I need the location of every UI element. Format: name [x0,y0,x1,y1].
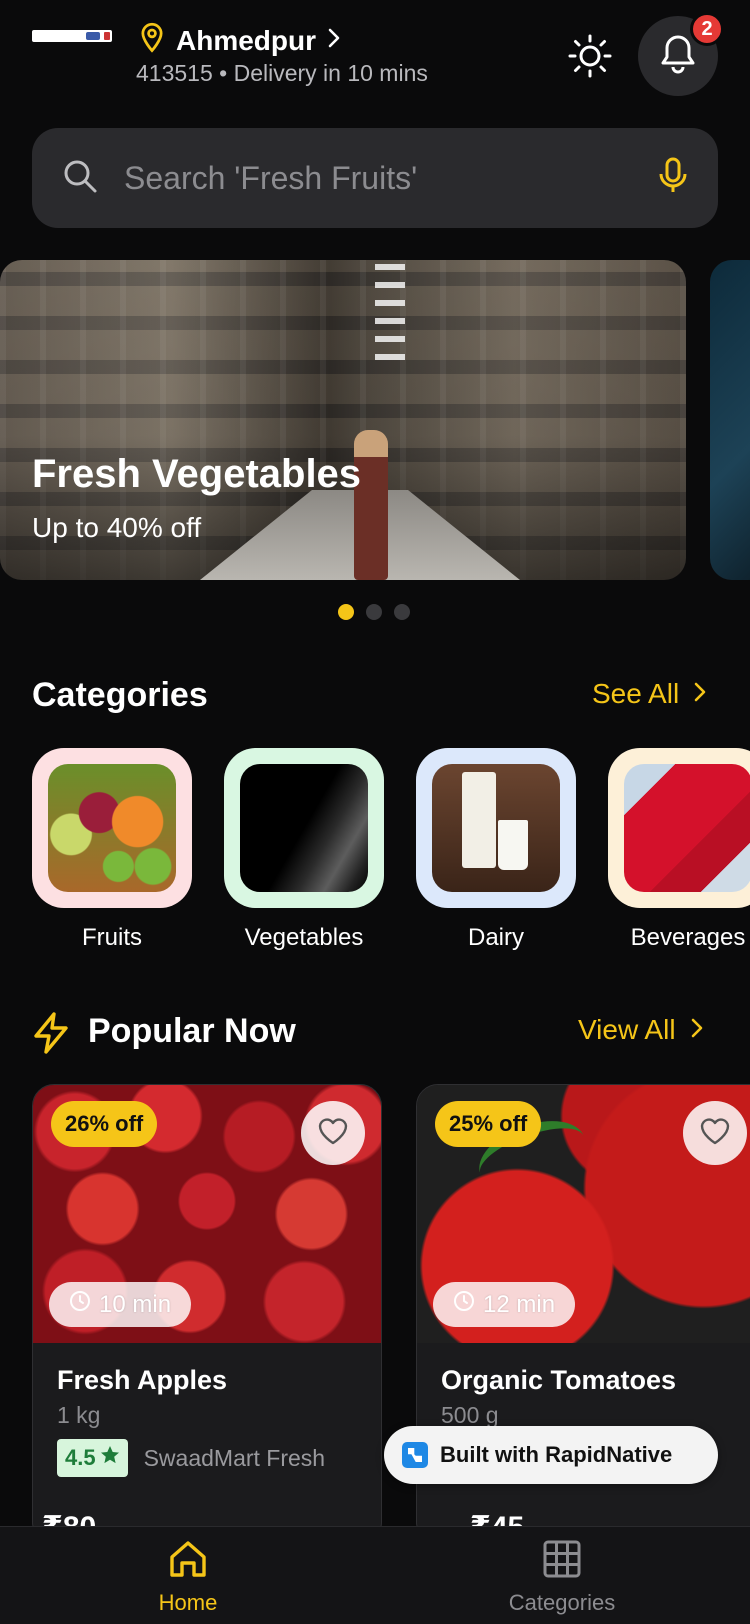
bottom-navigation: Home Categories [0,1526,750,1624]
rapidnative-logo-icon [402,1442,428,1468]
product-quantity: 500 g [441,1402,499,1428]
delivery-time: 10 min [99,1290,172,1318]
apples-image: 26% off 10 min [33,1085,381,1343]
tomatoes-image: 25% off 12 min [417,1085,750,1343]
heart-icon [699,1116,731,1151]
delivery-time-chip: 12 min [433,1282,576,1327]
category-tile [224,748,384,908]
category-tile [32,748,192,908]
microphone-icon[interactable] [658,157,688,200]
rating-value: 4.5 [65,1445,96,1470]
category-tile [416,748,576,908]
star-icon [100,1445,120,1471]
next-banner-peek[interactable] [710,260,750,580]
category-tile [608,748,750,908]
view-all-link[interactable]: View All [578,1014,704,1046]
milk-carton [462,772,496,868]
carousel-dot-2[interactable] [366,604,382,620]
location-selector[interactable]: Ahmedpur [138,22,342,59]
favorite-button[interactable] [301,1101,365,1165]
banner-subtitle: Up to 40% off [32,512,202,543]
grid-icon [540,1540,584,1585]
nav-label: Home [158,1590,218,1615]
lightning-icon [32,1012,70,1059]
flag-logo [32,30,112,42]
category-beverages[interactable]: Beverages [608,748,750,952]
clock-icon [69,1290,91,1319]
delivery-info: 413515 • Delivery in 10 mins [136,60,428,86]
banner-title: Fresh Vegetables [32,452,362,496]
popular-now-title: Popular Now [88,1012,296,1050]
home-screen: Ahmedpur 413515 • Delivery in 10 mins 2 [0,0,750,1624]
theme-toggle-button[interactable] [560,28,620,88]
chevron-right-icon [693,678,707,710]
nav-item-home[interactable]: Home [108,1537,268,1616]
banner-ceiling-lights [375,260,405,360]
favorite-button[interactable] [683,1101,747,1165]
clock-icon [453,1290,475,1319]
chevron-right-icon [690,1014,704,1046]
delivery-time: 12 min [483,1290,556,1318]
product-name: Fresh Apples [57,1365,228,1395]
carousel-dots [338,604,410,620]
milk-glass [498,820,528,870]
discount-badge: 25% off [435,1101,542,1147]
product-quantity: 1 kg [57,1402,101,1428]
category-fruits[interactable]: Fruits [32,748,192,952]
location-pin-icon [138,22,166,59]
product-name: Organic Tomatoes [441,1365,677,1395]
see-all-link[interactable]: See All [592,678,707,710]
notification-badge: 2 [690,12,724,46]
sun-icon [567,33,613,84]
carousel-dot-1[interactable] [338,604,354,620]
dairy-image [432,764,560,892]
beverages-image [624,764,750,892]
rating-row: 4.5 SwaadMart Fresh [57,1439,357,1477]
category-label: Dairy [467,924,524,951]
category-label: Fruits [82,924,142,951]
search-input[interactable] [124,159,658,197]
see-all-label: See All [592,678,680,709]
vendor-name: SwaadMart Fresh [143,1444,326,1471]
built-with-rapidnative-chip[interactable]: Built with RapidNative [384,1426,718,1484]
heart-icon [317,1116,349,1151]
discount-badge: 26% off [51,1101,158,1147]
product-card-apples[interactable]: 26% off 10 min Fresh Apples 1 kg 4.5 Swa… [32,1084,382,1544]
category-vegetables[interactable]: Vegetables [224,748,384,952]
chevron-right-icon [326,26,342,55]
search-bar[interactable] [32,128,718,228]
category-label: Vegetables [244,924,364,951]
nav-label: Categories [508,1590,616,1615]
fruits-image [48,764,176,892]
location-name: Ahmedpur [176,24,316,56]
category-dairy[interactable]: Dairy [416,748,576,952]
vegetables-image [240,764,368,892]
categories-title: Categories [32,676,208,714]
carousel-dot-3[interactable] [394,604,410,620]
home-icon [166,1541,210,1585]
search-icon [62,158,98,199]
view-all-label: View All [578,1014,676,1045]
nav-item-categories[interactable]: Categories [482,1537,642,1616]
rating-badge: 4.5 [57,1439,128,1477]
bell-icon [658,33,698,80]
card-body: Fresh Apples 1 kg 4.5 SwaadMart Fresh [33,1343,381,1499]
built-with-label: Built with RapidNative [440,1442,673,1467]
delivery-time-chip: 10 min [49,1282,192,1327]
category-label: Beverages [630,924,746,951]
